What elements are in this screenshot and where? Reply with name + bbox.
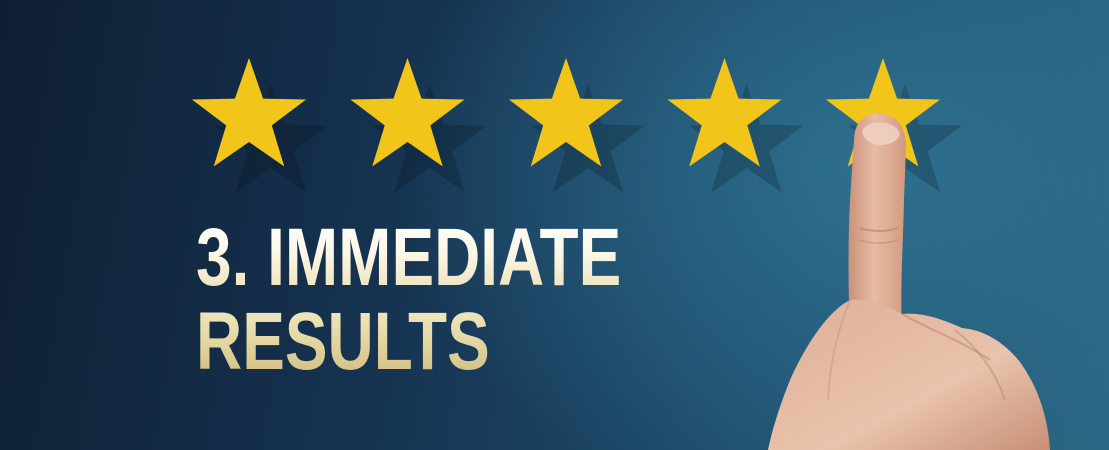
star-rating [191, 58, 963, 193]
headline-line-2: RESULTS [196, 300, 621, 384]
headline-line-1: 3. IMMEDIATE [196, 212, 622, 303]
rating-banner: 3. IMMEDIATE RESULTS [0, 0, 1109, 450]
headline: 3. IMMEDIATE RESULTS [196, 216, 621, 384]
